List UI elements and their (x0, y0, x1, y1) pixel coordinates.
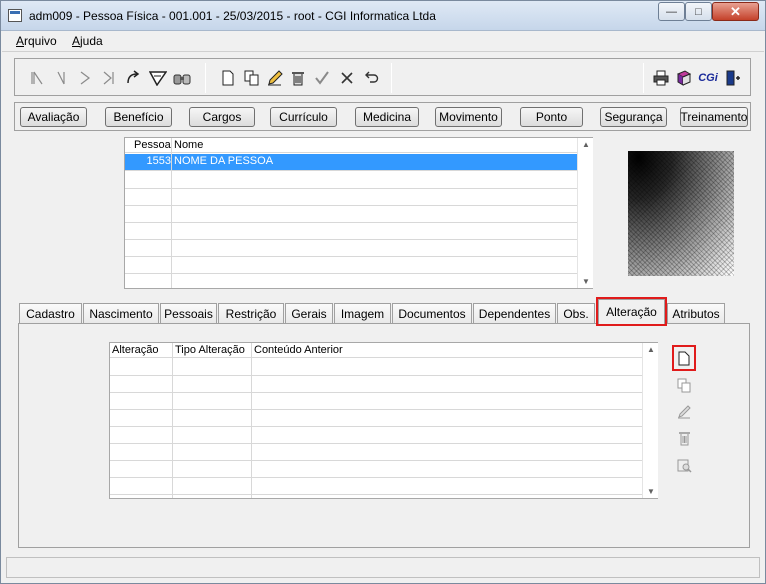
tab-obs[interactable]: Obs. (557, 303, 595, 323)
status-bar (6, 557, 760, 578)
previous-record-icon[interactable] (51, 68, 71, 88)
menu-bar: Arquivo Ajuda (2, 32, 764, 52)
person-photo (628, 151, 734, 276)
copy-icon[interactable] (242, 68, 262, 88)
tab-imagem[interactable]: Imagem (334, 303, 391, 323)
edit-pencil-icon[interactable] (265, 68, 285, 88)
exit-door-icon[interactable] (723, 68, 743, 88)
edit-record-icon[interactable] (675, 401, 693, 421)
header-conteudo-anterior[interactable]: Conteúdo Anterior (254, 344, 343, 356)
table-row[interactable] (110, 410, 642, 427)
scroll-down-icon[interactable]: ▼ (578, 277, 594, 286)
tab-nascimento[interactable]: Nascimento (83, 303, 159, 323)
ponto-button[interactable]: Ponto (520, 107, 583, 127)
close-button[interactable]: ✕ (712, 2, 759, 21)
app-icon (8, 9, 22, 22)
column-divider (171, 138, 172, 288)
menu-ajuda-label: juda (80, 34, 103, 48)
table-row[interactable] (125, 206, 577, 223)
scroll-up-icon[interactable]: ▲ (578, 140, 594, 149)
table-row[interactable] (110, 427, 642, 444)
delete-record-icon[interactable] (675, 428, 693, 448)
delete-trash-icon[interactable] (288, 68, 308, 88)
vertical-scrollbar[interactable]: ▲ ▼ (577, 138, 593, 288)
table-row[interactable] (110, 376, 642, 393)
column-divider (172, 343, 173, 498)
header-tipo-alteracao[interactable]: Tipo Alteração (175, 344, 245, 356)
copy-record-icon[interactable] (675, 375, 693, 395)
window-title: adm009 - Pessoa Física - 001.001 - 25/03… (29, 9, 436, 23)
cgi-logo-icon[interactable]: CGi (697, 68, 719, 88)
treinamento-button[interactable]: Treinamento (680, 107, 748, 127)
last-record-icon[interactable] (99, 68, 119, 88)
search-binoculars-icon[interactable] (172, 68, 192, 88)
cell-pessoa: 1553 (146, 155, 171, 167)
menu-arquivo[interactable]: Arquivo (16, 34, 57, 48)
cancel-x-icon[interactable] (337, 68, 357, 88)
undo-icon[interactable] (361, 68, 381, 88)
table-row[interactable] (125, 257, 577, 274)
curriculo-button[interactable]: Currículo (270, 107, 337, 127)
seguranca-button[interactable]: Segurança (600, 107, 667, 127)
grid-header: Pessoa Nome (125, 138, 592, 153)
tab-cadastro[interactable]: Cadastro (19, 303, 82, 323)
book-icon[interactable] (674, 68, 694, 88)
table-row[interactable] (110, 393, 642, 410)
table-row[interactable] (125, 223, 577, 240)
table-row[interactable]: 1553 NOME DA PESSOA (125, 154, 577, 171)
header-pessoa[interactable]: Pessoa (134, 139, 171, 151)
go-to-icon[interactable] (123, 68, 143, 88)
tab-strip: Cadastro Nascimento Pessoais Restrição G… (18, 297, 750, 326)
scroll-up-icon[interactable]: ▲ (643, 345, 659, 354)
minimize-button[interactable]: — (658, 2, 685, 21)
scroll-down-icon[interactable]: ▼ (643, 487, 659, 496)
toolbar-separator (205, 63, 206, 93)
tab-dependentes[interactable]: Dependentes (473, 303, 556, 323)
table-row[interactable] (110, 359, 642, 376)
filter-icon[interactable] (148, 68, 168, 88)
view-record-icon[interactable] (675, 455, 693, 475)
confirm-check-icon[interactable] (312, 68, 332, 88)
vertical-scrollbar[interactable]: ▲ ▼ (642, 343, 658, 498)
new-record-icon[interactable] (672, 345, 696, 371)
menu-arquivo-label: rquivo (24, 34, 57, 48)
header-alteracao[interactable]: Alteração (112, 344, 158, 356)
tab-documentos[interactable]: Documentos (392, 303, 472, 323)
maximize-button[interactable]: □ (685, 2, 712, 21)
tab-gerais[interactable]: Gerais (285, 303, 333, 323)
table-row[interactable] (125, 172, 577, 189)
medicina-button[interactable]: Medicina (355, 107, 419, 127)
menu-ajuda-accel: A (72, 34, 81, 48)
toolbar: CGi (14, 58, 751, 96)
tab-alteracao[interactable]: Alteração (596, 297, 667, 326)
tab-atributos[interactable]: Atributos (667, 303, 725, 323)
first-record-icon[interactable] (27, 68, 47, 88)
tab-pessoais[interactable]: Pessoais (160, 303, 217, 323)
beneficio-button[interactable]: Benefício (105, 107, 172, 127)
title-bar: adm009 - Pessoa Física - 001.001 - 25/03… (1, 1, 765, 31)
header-nome[interactable]: Nome (174, 139, 203, 151)
main-window: adm009 - Pessoa Física - 001.001 - 25/03… (0, 0, 766, 584)
toolbar-separator (643, 63, 644, 93)
table-row[interactable] (125, 240, 577, 257)
table-row[interactable] (125, 189, 577, 206)
tab-restricao[interactable]: Restrição (218, 303, 284, 323)
cargos-button[interactable]: Cargos (189, 107, 255, 127)
cell-nome: NOME DA PESSOA (174, 155, 274, 167)
avaliacao-button[interactable]: Avaliação (20, 107, 87, 127)
person-grid[interactable]: Pessoa Nome 1553 NOME DA PESSOA ▲ ▼ (124, 137, 593, 289)
menu-ajuda[interactable]: Ajuda (72, 34, 103, 48)
table-row[interactable] (110, 478, 642, 495)
movimento-button[interactable]: Movimento (435, 107, 502, 127)
print-icon[interactable] (651, 68, 671, 88)
next-record-icon[interactable] (75, 68, 95, 88)
table-row[interactable] (110, 461, 642, 478)
table-row[interactable] (110, 444, 642, 461)
menu-arquivo-accel: A (16, 34, 25, 48)
column-divider (251, 343, 252, 498)
toolbar-separator (391, 63, 392, 93)
alteracao-grid[interactable]: Alteração Tipo Alteração Conteúdo Anteri… (109, 342, 658, 499)
new-document-icon[interactable] (218, 68, 238, 88)
grid-header: Alteração Tipo Alteração Conteúdo Anteri… (110, 343, 657, 358)
